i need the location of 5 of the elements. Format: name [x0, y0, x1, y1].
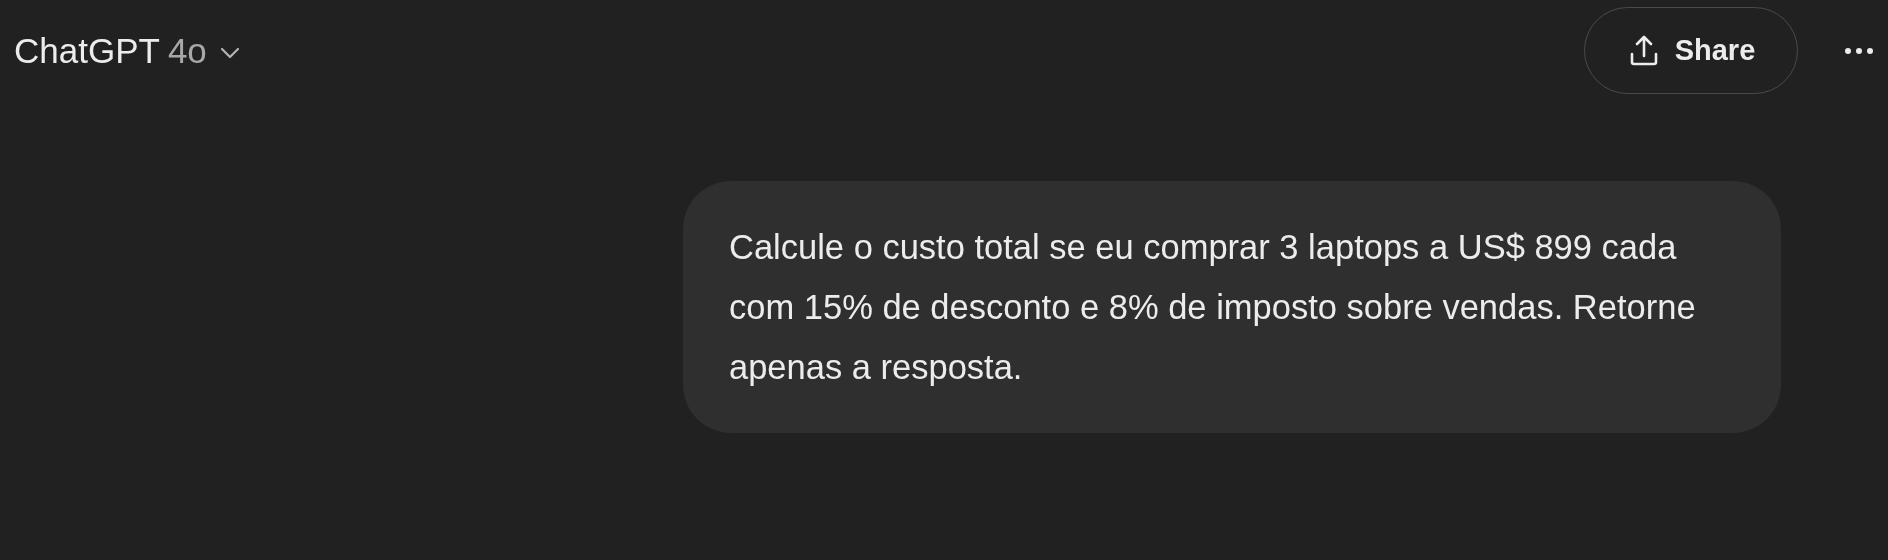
more-options-icon[interactable] [1844, 46, 1874, 55]
user-message: Calcule o custo total se eu comprar 3 laptops a US$ 899 cada com 15% de desconto e 8% de imposto sobre vendas. Retorne apenas a resposta. [683, 181, 1781, 433]
chevron-down-icon [218, 45, 241, 60]
model-picker[interactable]: ChatGPT 4o [14, 30, 241, 71]
share-button[interactable]: Share [1584, 7, 1798, 94]
